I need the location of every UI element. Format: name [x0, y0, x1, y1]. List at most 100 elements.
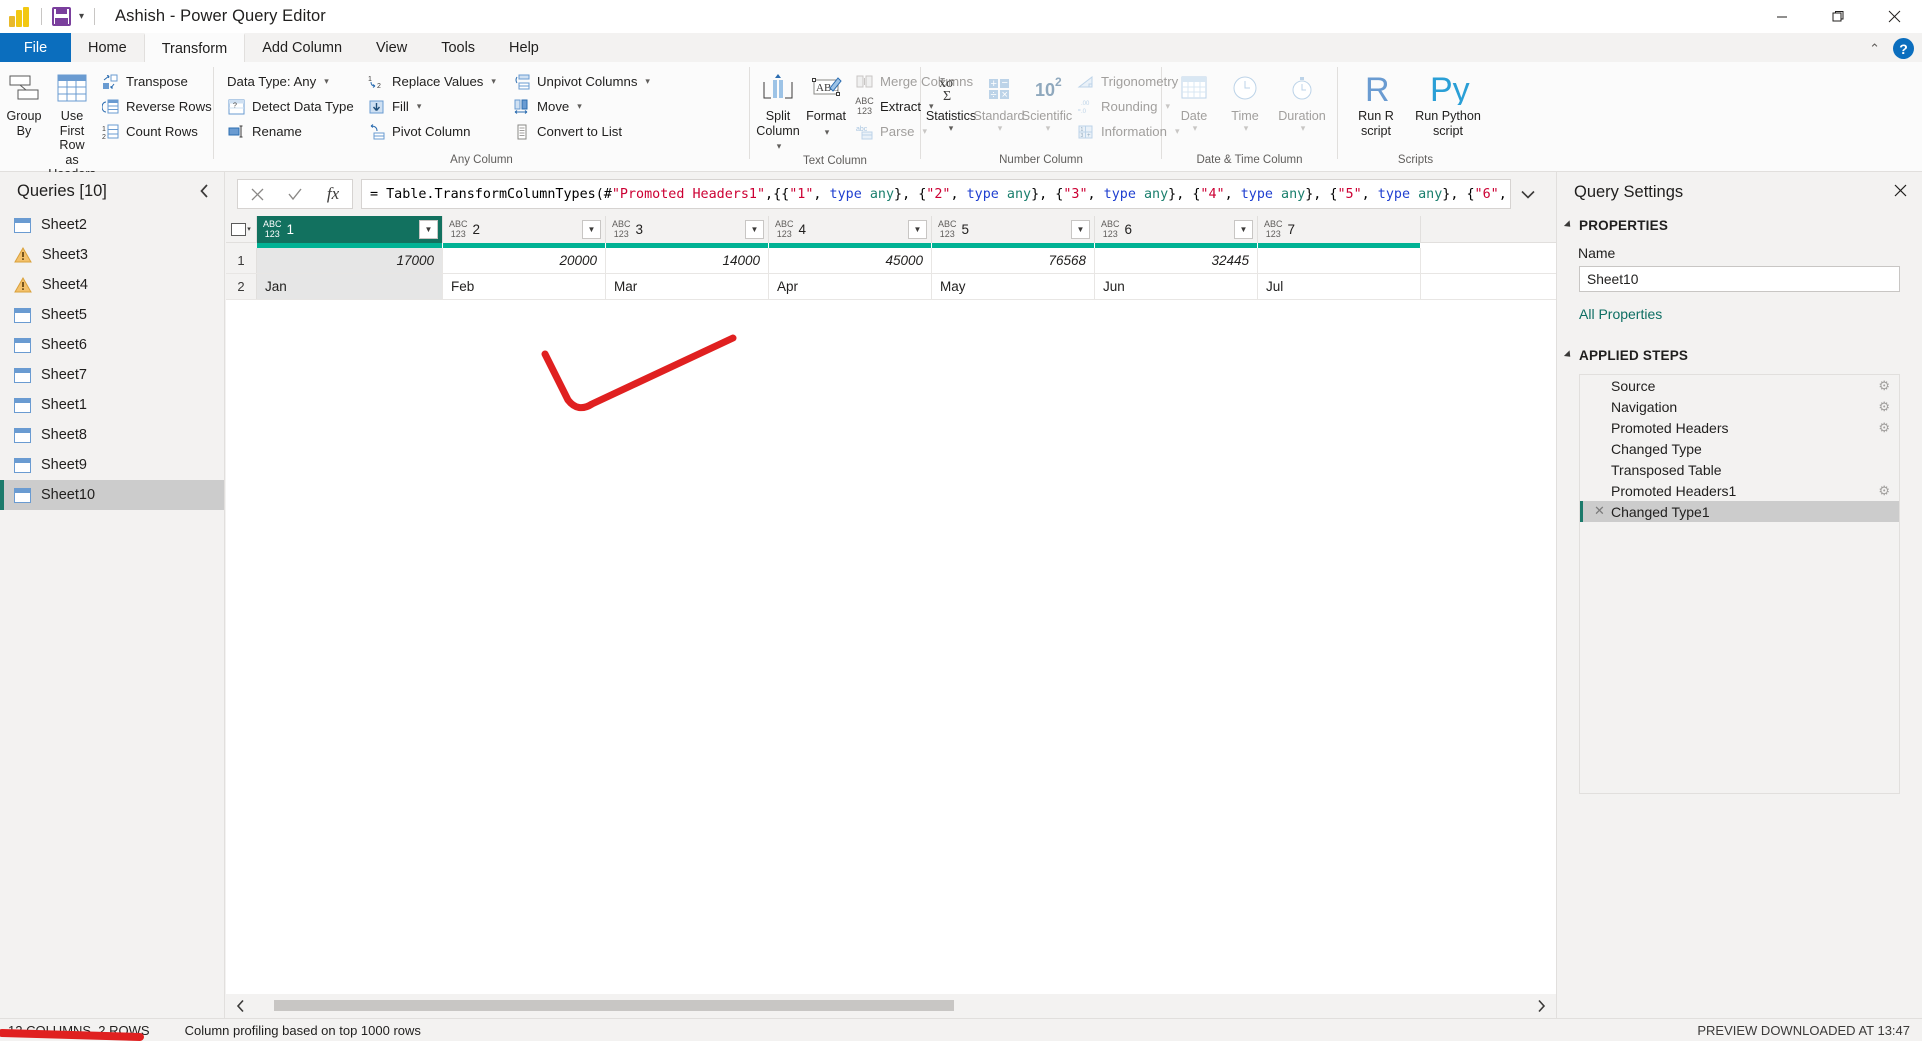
chevron-down-icon[interactable]: ▾ — [324, 76, 329, 87]
pivot-column-button[interactable]: Pivot Column — [362, 119, 507, 144]
chevron-down-icon[interactable]: ▾ — [777, 141, 782, 151]
applied-step-changed-type1[interactable]: ✕ Changed Type1 — [1580, 501, 1899, 522]
gear-icon[interactable]: ⚙ — [1878, 378, 1890, 394]
x-icon[interactable]: ✕ — [1594, 503, 1605, 519]
duration-button[interactable]: Duration ▾ — [1270, 67, 1334, 132]
column-header-7[interactable]: ABC123 7 — [1258, 216, 1421, 243]
time-button[interactable]: Time ▾ — [1220, 67, 1270, 132]
chevron-down-icon[interactable]: ▾ — [1244, 124, 1249, 132]
convert-to-list-button[interactable]: Convert to List — [507, 119, 667, 144]
cell-r2c4[interactable]: Apr — [769, 274, 932, 299]
tab-tools[interactable]: Tools — [424, 33, 492, 62]
query-item-sheet8[interactable]: Sheet8 — [0, 420, 224, 450]
cancel-icon[interactable] — [238, 180, 276, 208]
formula-input[interactable]: = Table.TransformColumnTypes(#"Promoted … — [361, 179, 1511, 209]
unpivot-columns-button[interactable]: Unpivot Columns ▾ — [507, 69, 667, 94]
move-button[interactable]: Move ▾ — [507, 94, 667, 119]
tab-transform[interactable]: Transform — [144, 33, 246, 62]
cell-r1c7[interactable] — [1258, 248, 1421, 273]
column-header-2[interactable]: ABC123 2 ▼ — [443, 216, 606, 243]
gear-icon[interactable]: ⚙ — [1878, 420, 1890, 436]
scroll-left-icon[interactable] — [226, 994, 256, 1018]
run-python-script-button[interactable]: Py Run Python script — [1406, 67, 1490, 138]
scrollbar-thumb[interactable] — [274, 1000, 954, 1011]
cell-r1c5[interactable]: 76568 — [932, 248, 1095, 273]
expand-formula-bar-icon[interactable] — [1511, 190, 1545, 199]
column-header-4[interactable]: ABC123 4 ▼ — [769, 216, 932, 243]
applied-steps-section-header[interactable]: APPLIED STEPS — [1557, 342, 1922, 368]
close-query-settings-icon[interactable] — [1893, 183, 1908, 203]
cell-r2c5[interactable]: May — [932, 274, 1095, 299]
cell-r2c3[interactable]: Mar — [606, 274, 769, 299]
table-row[interactable]: 1 17000 20000 14000 45000 76568 32445 — [226, 248, 1556, 274]
cell-r1c3[interactable]: 14000 — [606, 248, 769, 273]
replace-values-button[interactable]: 1 2 Replace Values ▾ — [362, 69, 507, 94]
quick-access-caret-icon[interactable]: ▾ — [79, 11, 84, 22]
chevron-down-icon[interactable] — [1564, 350, 1573, 359]
all-properties-link[interactable]: All Properties — [1557, 306, 1922, 322]
accept-icon[interactable] — [276, 180, 314, 208]
statistics-button[interactable]: x̄σ Σ Statistics ▾ — [927, 67, 975, 132]
collapse-queries-pane-icon[interactable] — [199, 183, 210, 202]
select-all-table-icon[interactable]: ▾ — [226, 216, 257, 242]
column-header-1[interactable]: ABC123 1 ▼ — [257, 216, 443, 243]
standard-button[interactable]: + − ÷ × Standard ▾ — [975, 67, 1023, 132]
scroll-right-icon[interactable] — [1526, 994, 1556, 1018]
table-row[interactable]: 2 Jan Feb Mar Apr May Jun Jul — [226, 274, 1556, 300]
query-name-input[interactable]: Sheet10 — [1579, 266, 1900, 292]
query-item-sheet10[interactable]: Sheet10 — [0, 480, 224, 510]
group-by-button[interactable]: Group By — [0, 67, 48, 138]
horizontal-scrollbar[interactable] — [226, 994, 1556, 1018]
cell-r1c1[interactable]: 17000 — [257, 248, 443, 273]
column-header-3[interactable]: ABC123 3 ▼ — [606, 216, 769, 243]
scientific-button[interactable]: 10 2 Scientific ▾ — [1023, 67, 1071, 132]
query-item-sheet4[interactable]: Sheet4 — [0, 270, 224, 300]
chevron-down-icon[interactable]: ▾ — [1193, 124, 1198, 132]
chevron-down-icon[interactable] — [1564, 220, 1573, 229]
run-r-script-button[interactable]: R Run R script — [1346, 67, 1406, 138]
rename-button[interactable]: Rename — [222, 119, 362, 144]
column-header-6[interactable]: ABC123 6 ▼ — [1095, 216, 1258, 243]
applied-step-promoted-headers1[interactable]: Promoted Headers1 ⚙ — [1580, 480, 1899, 501]
gear-icon[interactable]: ⚙ — [1878, 483, 1890, 499]
collapse-ribbon-icon[interactable]: ⌃ — [1869, 41, 1880, 57]
column-filter-button[interactable]: ▼ — [1234, 220, 1253, 239]
applied-step-promoted-headers[interactable]: Promoted Headers ⚙ — [1580, 417, 1899, 438]
save-icon[interactable] — [52, 7, 71, 26]
chevron-down-icon[interactable]: ▾ — [1046, 124, 1051, 132]
column-filter-button[interactable]: ▼ — [419, 220, 438, 239]
reverse-rows-button[interactable]: Reverse Rows — [96, 94, 217, 119]
date-button[interactable]: Date ▾ — [1168, 67, 1220, 132]
query-item-sheet5[interactable]: Sheet5 — [0, 300, 224, 330]
cell-r1c2[interactable]: 20000 — [443, 248, 606, 273]
tab-home[interactable]: Home — [71, 33, 144, 62]
column-filter-button[interactable]: ▼ — [1071, 220, 1090, 239]
chevron-down-icon[interactable]: ▾ — [998, 124, 1003, 132]
gear-icon[interactable]: ⚙ — [1878, 399, 1890, 415]
query-item-sheet6[interactable]: Sheet6 — [0, 330, 224, 360]
detect-data-type-button[interactable]: ? Detect Data Type — [222, 94, 362, 119]
minimize-button[interactable] — [1754, 0, 1810, 33]
query-item-sheet9[interactable]: Sheet9 — [0, 450, 224, 480]
chevron-down-icon[interactable]: ▾ — [491, 76, 496, 87]
chevron-down-icon[interactable]: ▾ — [417, 101, 422, 112]
cell-r2c7[interactable]: Jul — [1258, 274, 1421, 299]
fx-icon[interactable]: fx — [314, 180, 352, 208]
maximize-button[interactable] — [1810, 0, 1866, 33]
cell-r1c4[interactable]: 45000 — [769, 248, 932, 273]
cell-r1c6[interactable]: 32445 — [1095, 248, 1258, 273]
chevron-down-icon[interactable]: ▾ — [577, 101, 582, 112]
cell-r2c1[interactable]: Jan — [257, 274, 443, 299]
count-rows-button[interactable]: 1 2 Count Rows — [96, 119, 217, 144]
query-item-sheet3[interactable]: Sheet3 — [0, 240, 224, 270]
transpose-button[interactable]: Transpose — [96, 69, 217, 94]
tab-view[interactable]: View — [359, 33, 424, 62]
format-button[interactable]: ABC Format ▾ — [802, 67, 850, 139]
query-item-sheet2[interactable]: Sheet2 — [0, 210, 224, 240]
column-filter-button[interactable]: ▼ — [745, 220, 764, 239]
tab-help[interactable]: Help — [492, 33, 556, 62]
tab-file[interactable]: File — [0, 33, 71, 62]
column-filter-button[interactable]: ▼ — [908, 220, 927, 239]
help-button[interactable]: ? — [1893, 38, 1914, 59]
tab-add-column[interactable]: Add Column — [245, 33, 359, 62]
